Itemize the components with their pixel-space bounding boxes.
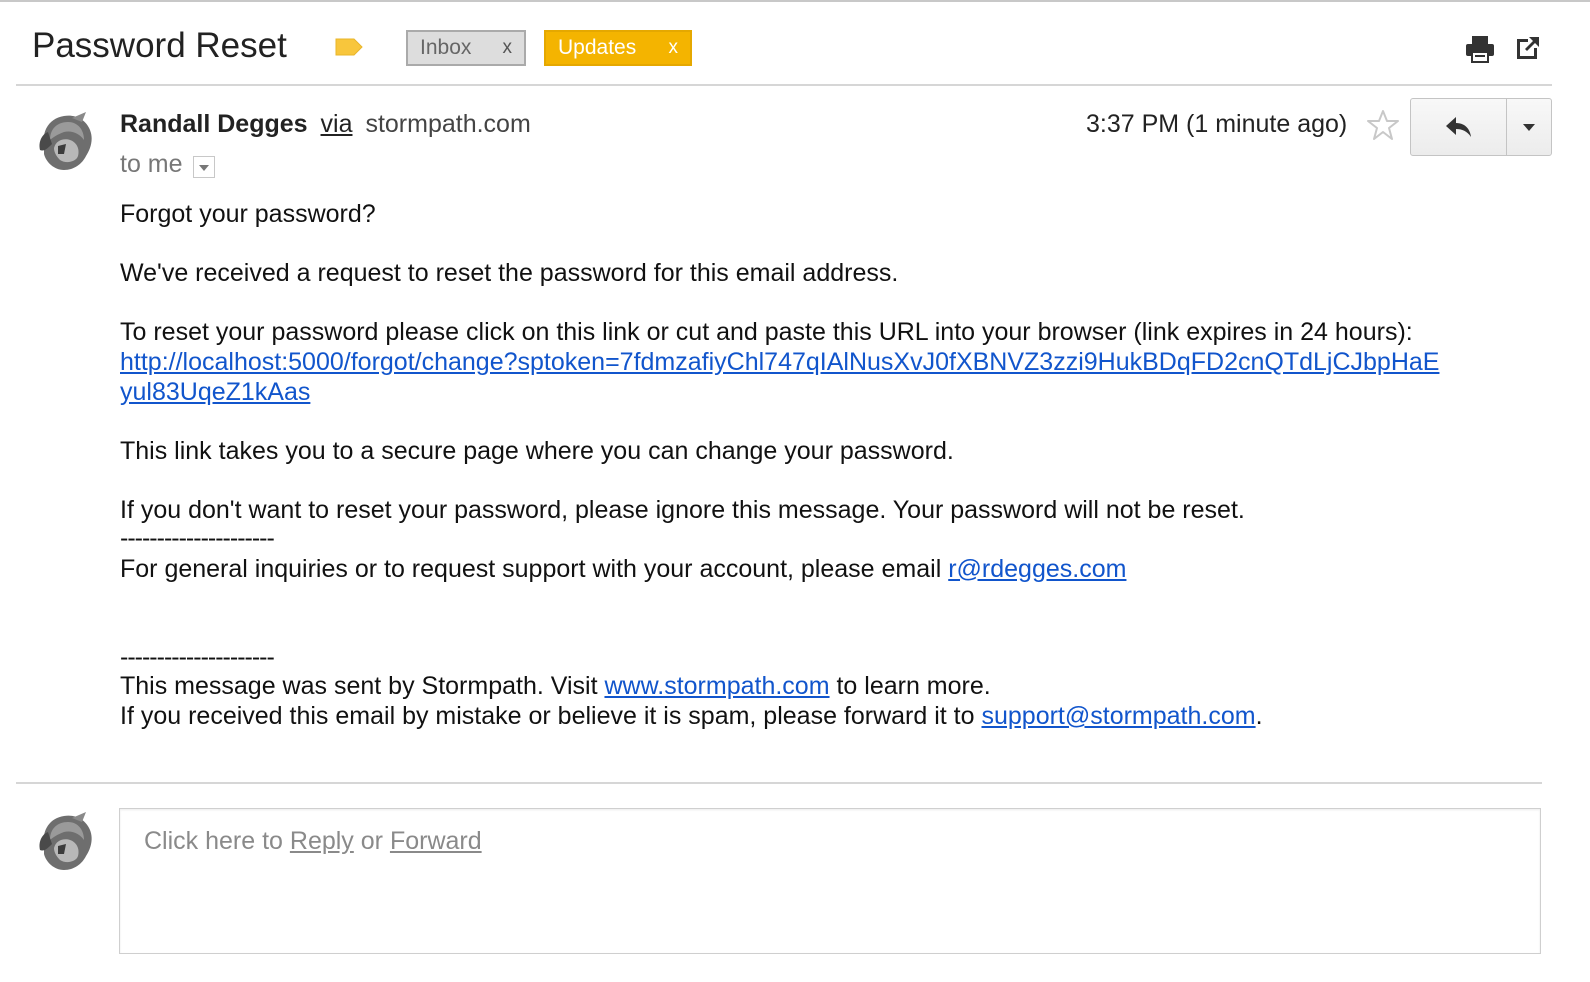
label-updates-name: Updates xyxy=(558,36,637,59)
reset-link-line-2[interactable]: yul83UqeZ1kAas xyxy=(120,378,310,406)
print-icon[interactable] xyxy=(1464,34,1496,64)
label-inbox-name: Inbox xyxy=(420,36,472,59)
subject-header: Password Reset Inbox x Updates x xyxy=(16,14,1552,86)
reply-icon xyxy=(1445,117,1471,137)
reply-divider xyxy=(16,782,1542,784)
divider-2: --------------------- xyxy=(120,643,275,672)
label-updates[interactable]: Updates x xyxy=(544,30,692,66)
support-text: For general inquiries or to request supp… xyxy=(120,554,949,583)
footer-text-2: to learn more. xyxy=(829,672,991,701)
subject-title: Password Reset xyxy=(32,26,287,65)
body-ignore: If you don't want to reset your password… xyxy=(120,495,1245,524)
reply-link[interactable]: Reply xyxy=(290,827,354,855)
divider-1: --------------------- xyxy=(120,523,275,552)
star-icon[interactable] xyxy=(1366,108,1400,142)
reply-prompt-or: or xyxy=(353,827,390,855)
sender-line: Randall Degges via stormpath.com xyxy=(120,110,531,139)
reply-prompt-prefix: Click here to xyxy=(144,827,290,855)
more-actions-button[interactable] xyxy=(1507,99,1551,155)
sender-name[interactable]: Randall Degges xyxy=(120,110,308,138)
reply-button-group xyxy=(1410,98,1552,156)
reset-link-line-1[interactable]: http://localhost:5000/forgot/change?spto… xyxy=(120,348,1439,376)
stormpath-website-link[interactable]: www.stormpath.com xyxy=(604,672,829,700)
top-divider xyxy=(0,0,1590,2)
sender-avatar[interactable] xyxy=(36,110,96,172)
recipient-line: to me xyxy=(120,150,215,179)
reply-compose-box[interactable]: Click here to Reply or Forward xyxy=(119,808,1541,954)
recipient-text: to me xyxy=(120,150,183,178)
body-instruction: To reset your password please click on t… xyxy=(120,318,1413,347)
new-window-icon[interactable] xyxy=(1514,34,1542,62)
footer-text-1: This message was sent by Stormpath. Visi… xyxy=(120,672,605,701)
show-details-dropdown-icon[interactable] xyxy=(192,155,215,178)
support-email-link[interactable]: r@rdegges.com xyxy=(948,555,1126,583)
reply-prompt: Click here to Reply or Forward xyxy=(144,827,482,856)
label-inbox[interactable]: Inbox x xyxy=(406,30,526,66)
importance-marker-icon[interactable] xyxy=(334,37,364,57)
remove-label-updates-button[interactable]: x xyxy=(669,37,679,59)
message-body: Forgot your password? We've received a r… xyxy=(120,200,1540,732)
sender-domain: stormpath.com xyxy=(365,110,531,138)
message-timestamp: 3:37 PM (1 minute ago) xyxy=(1086,110,1348,138)
forward-link[interactable]: Forward xyxy=(390,827,482,855)
remove-label-inbox-button[interactable]: x xyxy=(503,37,513,59)
body-secure-page: This link takes you to a secure page whe… xyxy=(120,436,954,465)
via-link[interactable]: via xyxy=(321,110,353,138)
body-received: We've received a request to reset the pa… xyxy=(120,259,899,288)
my-avatar xyxy=(36,810,96,872)
spam-end: . xyxy=(1255,701,1263,730)
body-greeting: Forgot your password? xyxy=(120,200,376,228)
spam-text: If you received this email by mistake or… xyxy=(120,701,982,730)
reply-button[interactable] xyxy=(1411,99,1507,155)
spam-email-link[interactable]: support@stormpath.com xyxy=(981,702,1255,730)
